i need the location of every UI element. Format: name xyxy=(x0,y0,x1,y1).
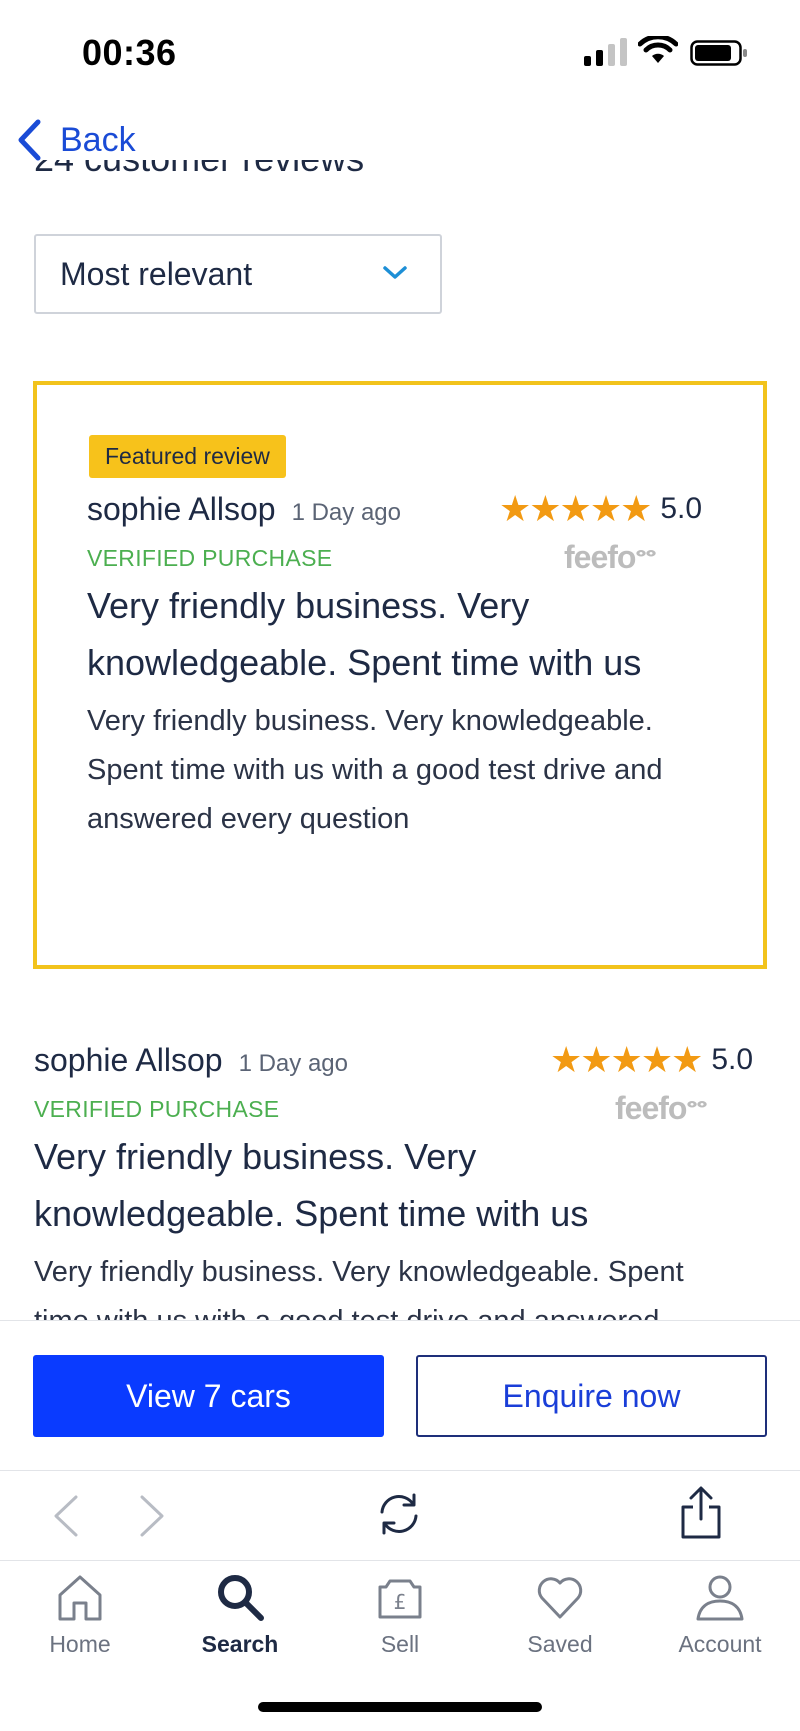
status-time: 00:36 xyxy=(82,32,177,73)
review-header: sophie Allsop 1 Day ago xyxy=(87,491,401,528)
tab-saved[interactable]: Saved xyxy=(490,1571,630,1658)
reload-icon[interactable] xyxy=(376,1491,422,1537)
account-icon xyxy=(696,1575,744,1621)
heart-icon xyxy=(537,1577,583,1619)
rating-score: 5.0 xyxy=(660,492,703,525)
tab-account-label: Account xyxy=(678,1631,762,1657)
chevron-down-icon xyxy=(383,266,407,279)
featured-review-card: Featured review sophie Allsop 1 Day ago … xyxy=(33,381,767,969)
wifi-icon xyxy=(638,36,678,63)
review-header: sophie Allsop 1 Day ago xyxy=(34,1042,348,1079)
cellular-signal-icon xyxy=(584,38,627,66)
chevron-left-icon xyxy=(18,119,41,161)
reviewer-name: sophie Allsop xyxy=(87,491,276,527)
verified-purchase-label: VERIFIED PURCHASE xyxy=(87,545,333,571)
back-label: Back xyxy=(60,120,136,159)
sort-dropdown[interactable]: Most relevant xyxy=(34,234,442,314)
browser-toolbar xyxy=(0,1470,800,1560)
status-bar: 00:36 xyxy=(0,0,800,100)
review-rating: ★★★★★ 5.0 xyxy=(499,491,702,527)
tab-home-label: Home xyxy=(49,1631,111,1657)
review-date: 1 Day ago xyxy=(291,499,401,526)
battery-icon xyxy=(690,40,747,66)
reviewer-name: sophie Allsop xyxy=(34,1042,223,1078)
tab-search-label: Search xyxy=(201,1631,279,1657)
browser-forward-icon[interactable] xyxy=(136,1493,168,1539)
tab-saved-label: Saved xyxy=(527,1631,593,1657)
review-date: 1 Day ago xyxy=(238,1050,348,1077)
reviews-count: 24 customer reviews xyxy=(34,160,364,180)
svg-text:£: £ xyxy=(394,1590,407,1614)
review-rating: ★★★★★ 5.0 xyxy=(550,1042,753,1078)
review-body: Very friendly business. Very knowledgeab… xyxy=(34,1256,684,1320)
feefo-logo: feefoⴰⴰ xyxy=(564,539,657,575)
tab-sell[interactable]: £ Sell xyxy=(330,1571,470,1658)
tab-account[interactable]: Account xyxy=(650,1571,790,1658)
reviews-scroll-area[interactable]: 24 customer reviews Most relevant Featur… xyxy=(0,160,800,1320)
action-bar: View 7 cars Enquire now xyxy=(0,1320,800,1470)
sort-selected-value: Most relevant xyxy=(60,255,253,292)
review-title: Very friendly business. Very knowledgeab… xyxy=(34,1136,589,1234)
back-button[interactable]: Back xyxy=(16,118,136,162)
star-rating-icon: ★★★★★ xyxy=(550,1039,703,1080)
sell-tag-icon: £ xyxy=(378,1579,422,1619)
tab-search[interactable]: Search xyxy=(170,1571,310,1658)
rating-score: 5.0 xyxy=(711,1043,754,1076)
home-indicator[interactable] xyxy=(258,1702,542,1712)
view-cars-button[interactable]: View 7 cars xyxy=(33,1355,384,1437)
enquire-now-button[interactable]: Enquire now xyxy=(416,1355,767,1437)
tab-sell-label: Sell xyxy=(380,1631,420,1657)
search-icon xyxy=(218,1575,264,1621)
browser-back-icon[interactable] xyxy=(50,1493,82,1539)
feefo-logo: feefoⴰⴰ xyxy=(615,1090,708,1126)
tab-home[interactable]: Home xyxy=(10,1571,150,1658)
home-icon xyxy=(58,1575,102,1621)
review-body: Very friendly business. Very knowledgeab… xyxy=(87,705,663,835)
featured-badge: Featured review xyxy=(89,435,286,478)
review-title: Very friendly business. Very knowledgeab… xyxy=(87,585,642,683)
star-rating-icon: ★★★★★ xyxy=(499,488,652,529)
verified-purchase-label: VERIFIED PURCHASE xyxy=(34,1096,280,1122)
share-icon[interactable] xyxy=(678,1485,724,1541)
